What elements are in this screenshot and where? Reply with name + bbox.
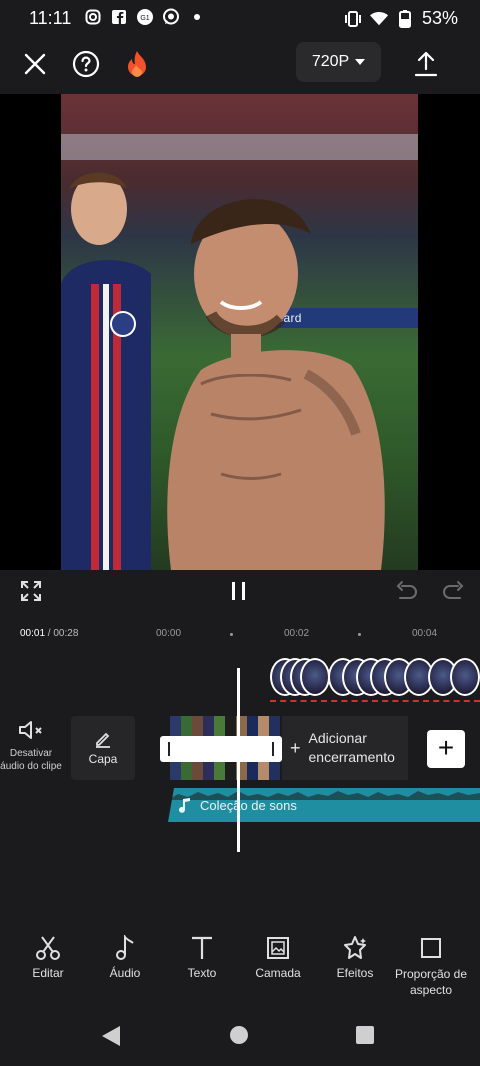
recents-square-icon <box>356 1026 374 1044</box>
battery-icon <box>396 9 414 28</box>
home-circle-icon <box>230 1026 248 1044</box>
scissors-icon <box>36 936 60 960</box>
tick-dot <box>358 633 361 636</box>
back-button[interactable] <box>100 1024 124 1048</box>
vibrate-icon <box>344 10 362 28</box>
audio-track[interactable]: Coleção de sons <box>168 788 480 822</box>
tool-label: Editar <box>32 966 64 980</box>
status-time: 11:11 <box>29 8 72 28</box>
aspect-ratio-icon <box>421 938 441 958</box>
layer-image-icon <box>267 937 289 959</box>
battery-percent: 53% <box>421 8 458 28</box>
playhead[interactable] <box>237 668 240 852</box>
editor-top-bar: 720P <box>0 36 480 94</box>
timeline-ruler: 00:01 / 00:28 00:00 00:02 00:04 <box>0 628 480 644</box>
edit-toolbar: Editar Áudio Texto Camada Efeitos Propor… <box>0 930 480 1010</box>
audio-track-label: Coleção de sons <box>200 797 297 813</box>
music-note-icon <box>116 935 134 960</box>
tool-label: Texto <box>187 966 217 980</box>
trim-handle-left[interactable] <box>168 742 170 756</box>
text-icon <box>192 936 212 959</box>
add-clip-button[interactable]: + <box>427 730 465 768</box>
status-bar: 11:11 G1 53% <box>0 0 480 36</box>
recents-button[interactable] <box>355 1025 377 1047</box>
svg-text:G1: G1 <box>140 15 149 22</box>
wifi-icon <box>369 10 388 28</box>
status-notification-icons: G1 <box>84 8 206 26</box>
effects-star-icon <box>344 936 366 959</box>
redo-icon <box>443 581 464 599</box>
fire-icon <box>128 51 146 77</box>
trim-handle-right[interactable] <box>272 742 274 756</box>
tool-aspect-ratio[interactable]: Proporção de aspecto <box>391 930 471 998</box>
close-button[interactable] <box>15 44 55 84</box>
current-time: 00:01 <box>20 628 46 639</box>
pause-button[interactable] <box>230 580 250 604</box>
undo-button[interactable] <box>396 580 420 604</box>
caret-down-icon <box>355 59 366 65</box>
sticker-clip[interactable] <box>300 658 330 696</box>
tool-label: Proporção de aspecto <box>394 967 468 997</box>
add-ending-label: Adicionar encerramento <box>308 730 395 765</box>
tool-label: Áudio <box>109 966 141 980</box>
tool-label: Camada <box>255 966 301 980</box>
system-nav-bar <box>0 1010 480 1066</box>
mute-clip-audio-label: Desativar áudio do clipe <box>0 748 62 772</box>
tool-text[interactable]: Texto <box>162 930 242 980</box>
home-button[interactable] <box>229 1025 251 1047</box>
stadium-roof <box>61 134 418 160</box>
video-preview[interactable]: astercard <box>0 94 480 570</box>
tick-label: 00:04 <box>412 628 438 639</box>
sticker-clip[interactable] <box>450 658 480 696</box>
upload-icon <box>414 51 438 77</box>
fullscreen-button[interactable] <box>20 580 44 604</box>
whatsapp-icon <box>162 8 180 26</box>
tick-label: 00:02 <box>284 628 310 639</box>
preview-controls <box>0 570 480 614</box>
instagram-icon <box>84 8 102 26</box>
redo-button[interactable] <box>442 580 466 604</box>
video-frame: astercard <box>61 94 418 570</box>
speaker-mute-icon <box>19 721 42 739</box>
export-button[interactable] <box>406 44 446 84</box>
back-triangle-icon <box>102 1026 120 1046</box>
tool-effects[interactable]: Efeitos <box>315 930 395 980</box>
help-icon <box>72 50 100 78</box>
resolution-label: 720P <box>311 53 350 70</box>
fullscreen-icon <box>21 581 41 601</box>
help-button[interactable] <box>66 44 106 84</box>
music-note-icon <box>179 798 190 813</box>
timeline-panel[interactable]: 00:01 / 00:28 00:00 00:02 00:04 Desativa… <box>0 620 480 860</box>
tool-audio[interactable]: Áudio <box>85 930 165 980</box>
total-time: / 00:28 <box>45 628 79 639</box>
tool-layer[interactable]: Camada <box>238 930 318 980</box>
hot-trending-button[interactable] <box>117 44 157 84</box>
sticker-track-marker <box>270 700 480 706</box>
tick-dot <box>230 633 233 636</box>
status-system-icons: 53% <box>344 8 458 29</box>
mute-clip-audio-button[interactable]: Desativar áudio do clipe <box>0 720 62 780</box>
plus-icon: + <box>290 737 301 758</box>
add-icon: + <box>437 732 455 763</box>
sticker-overlay-track[interactable] <box>270 658 480 708</box>
pencil-edit-icon <box>96 732 110 748</box>
cover-label: Capa <box>88 752 118 766</box>
tool-label: Efeitos <box>336 966 374 980</box>
time-readout: 00:01 / 00:28 <box>20 628 78 639</box>
close-icon <box>24 53 46 75</box>
undo-icon <box>396 581 417 599</box>
tool-edit[interactable]: Editar <box>8 930 88 980</box>
add-ending-button[interactable]: + Adicionar encerramento <box>282 716 408 780</box>
pause-icon <box>232 582 245 600</box>
clip-trim-selector[interactable] <box>160 736 282 762</box>
main-player-image <box>167 199 385 570</box>
tick-label: 00:00 <box>156 628 182 639</box>
resolution-selector[interactable]: 720P <box>296 42 381 82</box>
dot-icon <box>188 8 206 26</box>
notification-icon: G1 <box>136 8 154 26</box>
facebook-icon <box>110 8 128 26</box>
cover-button[interactable]: Capa <box>71 716 135 780</box>
